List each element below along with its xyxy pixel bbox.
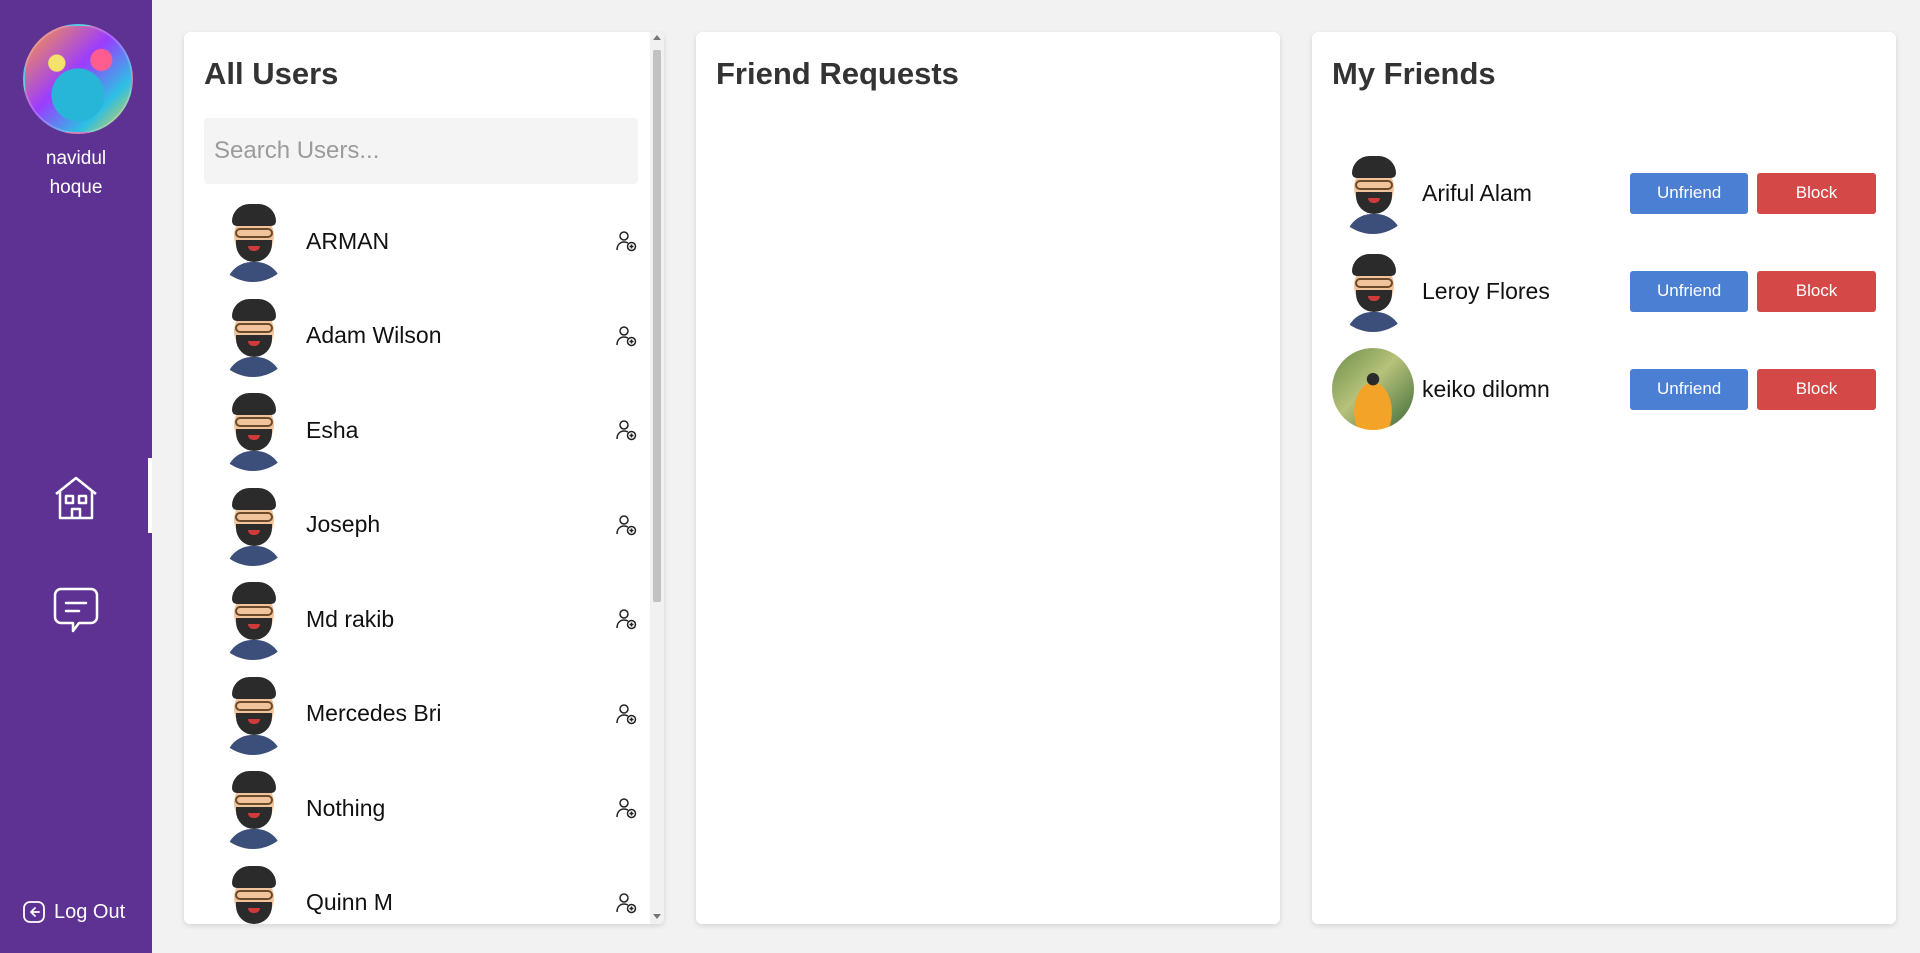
avatar [212,861,294,924]
user-list-item[interactable]: Nothing [204,761,644,855]
friend-list-item: Leroy Flores Unfriend Block [1332,248,1876,334]
sidebar: navidul hoque Log Out [0,0,152,953]
profile-name: navidul hoque [45,148,107,198]
avatar [212,578,294,660]
avatar [212,483,294,566]
user-list-item[interactable]: Adam Wilson [204,289,644,383]
unfriend-button[interactable]: Unfriend [1630,368,1749,410]
block-button[interactable]: Block [1757,172,1876,214]
nav-chat-button[interactable] [48,582,104,638]
avatar [1332,152,1414,234]
user-list-item[interactable]: Mercedes Bri [204,667,644,761]
avatar [1332,250,1414,332]
user-list-item[interactable]: Esha [204,383,644,477]
user-list-item[interactable]: ARMAN [204,194,644,288]
friend-list-item: keiko dilomn Unfriend Block [1332,346,1876,432]
add-friend-icon[interactable] [614,229,638,253]
avatar [212,767,294,849]
user-name: ARMAN [306,227,390,254]
search-users-input[interactable] [204,118,638,184]
add-friend-icon[interactable] [614,702,638,726]
logout-label: Log Out [54,900,126,923]
user-list-item[interactable]: Md rakib [204,572,644,666]
user-list-item[interactable]: Joseph [204,478,644,572]
logout-button[interactable]: Log Out [22,900,125,924]
user-name: Mercedes Bri [306,700,442,726]
add-friend-icon[interactable] [614,513,638,537]
profile-avatar[interactable] [23,24,133,134]
avatar [1332,348,1414,430]
friend-name: Leroy Flores [1422,277,1550,304]
friend-requests-title: Friend Requests [716,56,959,91]
block-button[interactable]: Block [1757,270,1876,312]
user-name: Adam Wilson [306,322,442,348]
my-friends-title: My Friends [1332,56,1496,91]
user-list[interactable]: ARMAN Adam Wilson Esha Joseph Md rakib Merced… [204,194,644,924]
user-name: Nothing [306,794,386,821]
avatar [212,389,294,471]
my-friends-panel: My Friends Ariful Alam Unfriend Block Leroy… [1312,32,1896,924]
add-friend-icon[interactable] [614,891,638,915]
friend-requests-panel: Friend Requests [696,32,1280,924]
scrollbar-thumb[interactable] [653,50,661,602]
nav-home-button[interactable] [48,470,104,526]
add-friend-icon[interactable] [614,607,638,631]
friend-name: Ariful Alam [1422,179,1532,206]
avatar [212,200,294,282]
scroll-down-arrow-icon[interactable] [653,914,661,919]
add-friend-icon[interactable] [614,324,638,348]
user-name: Esha [306,416,359,443]
unfriend-button[interactable]: Unfriend [1630,270,1749,312]
chat-icon [53,587,99,633]
add-friend-icon[interactable] [614,796,638,820]
logout-icon [23,901,45,923]
avatar [212,294,294,377]
scroll-up-arrow-icon[interactable] [653,35,661,40]
user-name: Quinn M [306,889,393,915]
all-users-panel: All Users ARMAN Adam Wilson Esha Joseph Md r… [184,32,664,924]
add-friend-icon[interactable] [614,418,638,442]
block-button[interactable]: Block [1757,368,1876,410]
home-icon [55,476,97,520]
user-name: Joseph [306,511,381,537]
avatar [212,672,294,755]
nav-active-indicator [148,458,152,533]
all-users-title: All Users [204,56,339,91]
unfriend-button[interactable]: Unfriend [1630,172,1749,214]
friend-list-item: Ariful Alam Unfriend Block [1332,150,1876,236]
user-list-item[interactable]: Quinn M [204,856,644,924]
friend-name: keiko dilomn [1422,375,1550,402]
user-name: Md rakib [306,605,395,632]
